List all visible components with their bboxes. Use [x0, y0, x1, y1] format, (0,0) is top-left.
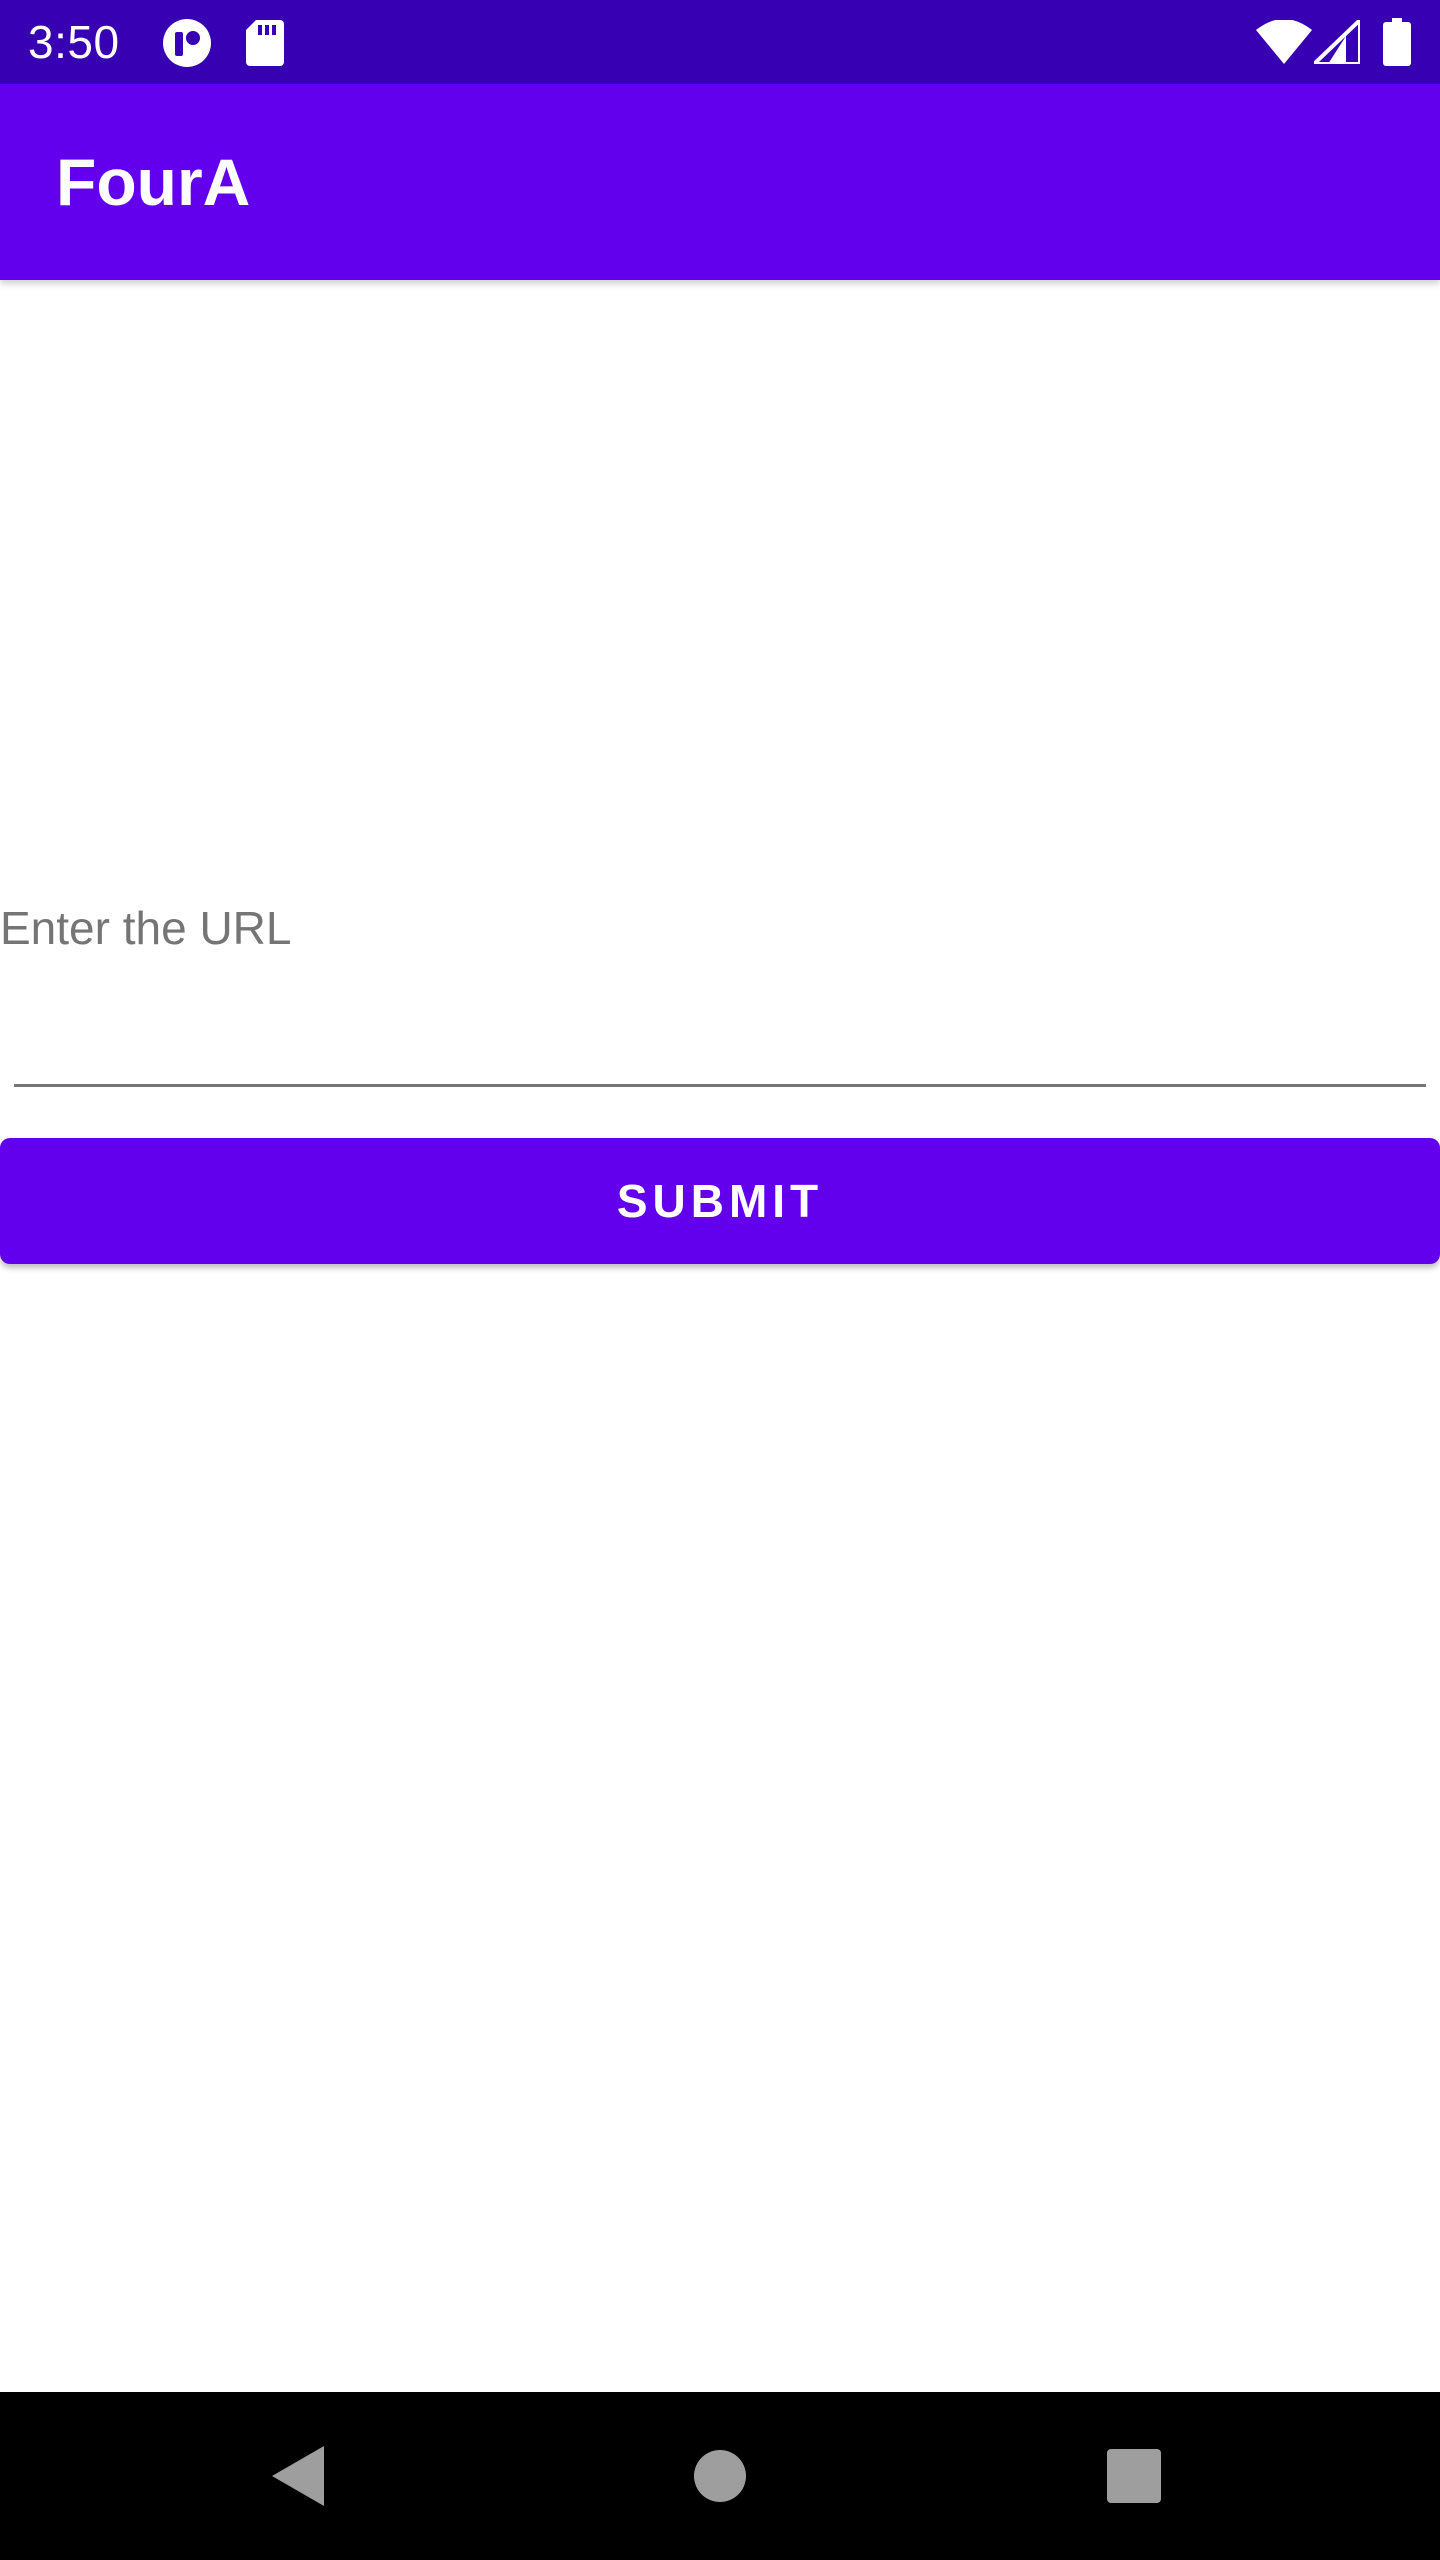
wifi-icon [1256, 20, 1312, 64]
back-icon[interactable] [250, 2426, 350, 2526]
status-bar: 3:50 [0, 0, 1440, 84]
app-notification-icon [163, 19, 211, 67]
recents-icon[interactable] [1084, 2426, 1184, 2526]
cell-signal-icon [1314, 20, 1360, 64]
home-icon[interactable] [670, 2426, 770, 2526]
navigation-bar [0, 2392, 1440, 2560]
app-bar: FourA [0, 84, 1440, 280]
sd-card-icon [246, 20, 284, 66]
submit-button[interactable]: SUBMIT [0, 1138, 1440, 1264]
url-input[interactable] [0, 870, 1425, 1090]
battery-icon [1383, 18, 1411, 66]
url-field [0, 870, 1440, 1090]
url-field-underline [14, 1084, 1426, 1087]
status-time: 3:50 [28, 16, 120, 68]
app-title: FourA [56, 145, 251, 219]
app-screen: 3:50 FourA SUBMIT [0, 0, 1440, 2560]
